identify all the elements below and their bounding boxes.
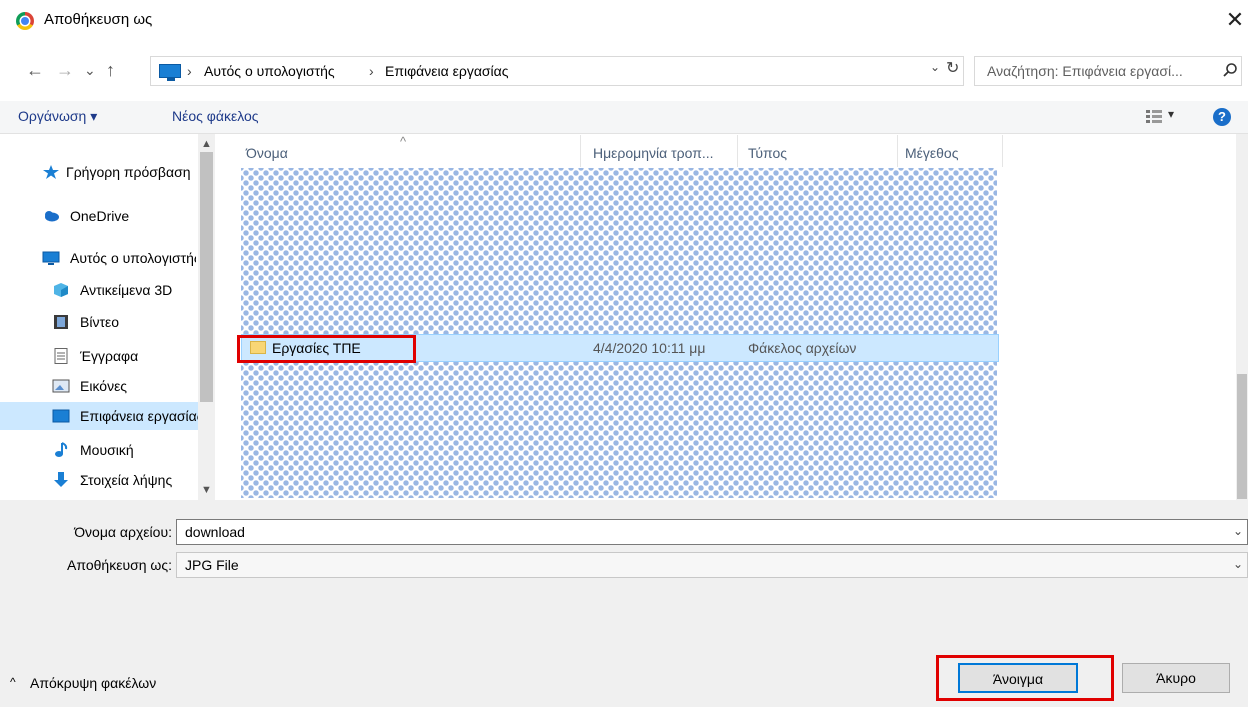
document-icon	[54, 348, 68, 364]
chrome-icon	[16, 12, 34, 30]
sidebar-item-quick-access[interactable]: Γρήγορη πρόσβαση	[0, 158, 196, 186]
organize-button[interactable]: Οργάνωση ▾	[18, 108, 97, 125]
pictures-icon	[52, 379, 70, 393]
up-arrow-icon[interactable]: ↑	[106, 60, 115, 81]
highlight-box-folder	[237, 335, 416, 363]
address-dropdown-icon[interactable]: ⌄	[930, 60, 940, 74]
breadcrumb-desktop[interactable]: Επιφάνεια εργασίας	[385, 63, 509, 79]
sidebar-item-desktop[interactable]: Επιφάνεια εργασίας	[0, 402, 198, 430]
column-divider[interactable]	[897, 135, 898, 167]
help-icon[interactable]: ?	[1213, 108, 1231, 126]
savetype-value: JPG File	[185, 557, 239, 573]
breadcrumb-separator: ›	[187, 63, 192, 79]
video-icon	[54, 315, 68, 329]
filename-label: Όνομα αρχείου:	[74, 524, 172, 540]
sidebar-item-pictures[interactable]: Εικόνες	[0, 372, 196, 400]
sidebar-item-label: Έγγραφα	[80, 348, 139, 364]
sidebar-item-onedrive[interactable]: OneDrive	[0, 202, 196, 230]
address-bar[interactable]: › Αυτός ο υπολογιστής › Επιφάνεια εργασί…	[150, 56, 964, 86]
sidebar-item-videos[interactable]: Βίντεο	[0, 308, 196, 336]
command-bar: Οργάνωση ▾ Νέος φάκελος ▾ ?	[0, 101, 1248, 134]
sidebar-item-this-pc[interactable]: Αυτός ο υπολογιστής	[0, 244, 196, 272]
cloud-icon	[45, 211, 59, 222]
computer-icon	[159, 64, 181, 81]
filename-input[interactable]: download ⌄	[176, 519, 1248, 545]
sidebar-item-label: Γρήγορη πρόσβαση	[66, 164, 191, 180]
column-divider[interactable]	[1002, 135, 1003, 167]
music-icon	[55, 442, 68, 457]
sidebar-item-label: Επιφάνεια εργασίας	[80, 408, 198, 424]
sidebar-item-label: Βίντεο	[80, 314, 120, 330]
search-icon[interactable]	[1222, 62, 1238, 78]
computer-icon	[42, 251, 60, 265]
sidebar-item-label: Αυτός ο υπολογιστής	[70, 250, 196, 266]
highlight-box-open	[936, 655, 1114, 701]
refresh-icon[interactable]: ↻	[946, 58, 959, 78]
star-icon	[43, 165, 59, 179]
chevron-down-icon[interactable]: ⌄	[1233, 557, 1243, 571]
window-title: Αποθήκευση ως	[44, 11, 153, 28]
sidebar-item-label: Εικόνες	[80, 378, 128, 394]
file-list-scrollbar-thumb[interactable]	[1237, 374, 1247, 499]
close-icon[interactable]: ✕	[1222, 6, 1248, 34]
column-header-type[interactable]: Τύπος	[748, 145, 787, 161]
view-options-icon[interactable]	[1146, 110, 1162, 124]
scroll-down-icon[interactable]: ▼	[201, 484, 212, 496]
search-input[interactable]: Αναζήτηση: Επιφάνεια εργασί...	[974, 56, 1242, 86]
savetype-select[interactable]: JPG File ⌄	[176, 552, 1248, 578]
scroll-up-icon[interactable]: ▲	[201, 138, 212, 150]
sidebar-item-label: Αντικείμενα 3D	[80, 282, 173, 298]
hide-folders-button[interactable]: Απόκρυψη φακέλων	[30, 675, 156, 691]
sidebar-item-documents[interactable]: Έγγραφα	[0, 342, 196, 370]
new-folder-button[interactable]: Νέος φάκελος	[172, 108, 259, 124]
breadcrumb-separator: ›	[369, 63, 374, 79]
column-header-size[interactable]: Μέγεθος	[905, 145, 958, 161]
chevron-down-icon[interactable]: ⌄	[1233, 524, 1243, 538]
desktop-icon	[52, 409, 70, 423]
cancel-button[interactable]: Άκυρο	[1122, 663, 1230, 693]
recent-locations-icon[interactable]: ⌄	[84, 62, 96, 79]
file-type: Φάκελος αρχείων	[748, 340, 857, 356]
sidebar-scrollbar-thumb[interactable]	[200, 152, 213, 402]
savetype-label: Αποθήκευση ως:	[67, 557, 172, 573]
title-bar: Αποθήκευση ως ✕	[0, 0, 1248, 40]
back-arrow-icon[interactable]: ←	[26, 60, 44, 81]
breadcrumb-this-pc[interactable]: Αυτός ο υπολογιστής	[204, 63, 335, 79]
view-dropdown-icon[interactable]: ▾	[1168, 107, 1174, 121]
navigation-pane: Γρήγορη πρόσβαση OneDrive Αυτός ο υπολογ…	[0, 134, 215, 500]
search-placeholder: Αναζήτηση: Επιφάνεια εργασί...	[987, 63, 1183, 79]
sidebar-item-label: Μουσική	[80, 442, 134, 458]
sidebar-item-3d-objects[interactable]: Αντικείμενα 3D	[0, 276, 196, 304]
download-icon	[54, 472, 68, 487]
column-header-date[interactable]: Ημερομηνία τροπ...	[593, 145, 714, 161]
file-date: 4/4/2020 10:11 μμ	[593, 340, 706, 356]
chevron-up-icon[interactable]: ^	[10, 675, 16, 689]
sidebar-item-downloads[interactable]: Στοιχεία λήψης	[0, 466, 196, 494]
file-list-background	[241, 168, 997, 498]
sidebar-item-label: Στοιχεία λήψης	[80, 472, 173, 488]
column-header-name[interactable]: Όνομα	[246, 145, 288, 161]
forward-arrow-icon[interactable]: →	[56, 60, 74, 81]
column-divider[interactable]	[580, 135, 581, 167]
sidebar-item-label: OneDrive	[70, 208, 130, 224]
filename-value: download	[185, 524, 245, 540]
sort-arrow-icon: ^	[400, 134, 407, 149]
sidebar-item-music[interactable]: Μουσική	[0, 436, 196, 464]
cube-icon	[54, 283, 68, 297]
column-divider[interactable]	[737, 135, 738, 167]
